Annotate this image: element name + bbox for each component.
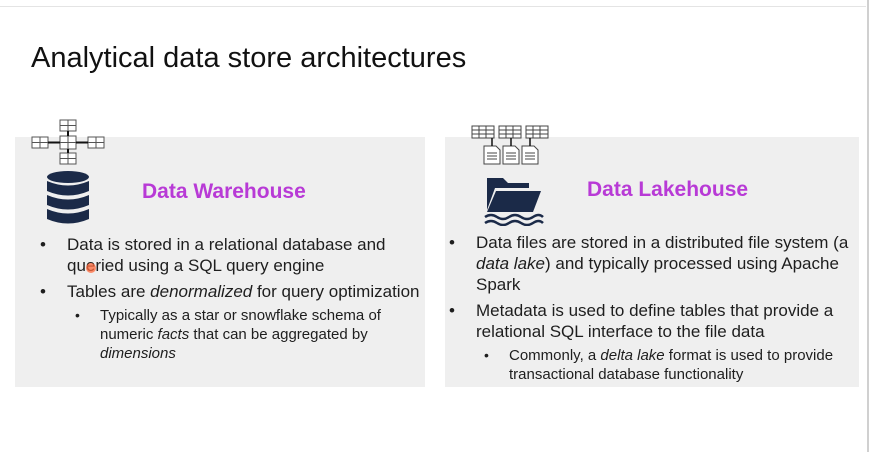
star-schema-icon bbox=[31, 119, 105, 165]
list-item: Data is stored in a relational database … bbox=[40, 234, 420, 276]
data-warehouse-heading: Data Warehouse bbox=[142, 180, 306, 203]
folder-lake-icon bbox=[484, 178, 544, 226]
database-cylinder-icon bbox=[47, 171, 89, 224]
data-lakehouse-heading: Data Lakehouse bbox=[587, 178, 749, 201]
data-lakehouse-bullets: Data files are stored in a distributed f… bbox=[449, 232, 857, 384]
list-item: Data files are stored in a distributed f… bbox=[449, 232, 857, 295]
sub-list-item: Typically as a star or snowflake schema … bbox=[40, 306, 420, 363]
pointer-cursor-icon bbox=[86, 263, 96, 273]
slide-title: Analytical data store architectures bbox=[31, 42, 467, 74]
data-warehouse-bullets: Data is stored in a relational database … bbox=[40, 234, 420, 363]
list-item: Metadata is used to define tables that p… bbox=[449, 300, 857, 342]
list-item: Tables are denormalized for query optimi… bbox=[40, 281, 420, 302]
sub-list-item: Commonly, a delta lake format is used to… bbox=[449, 346, 857, 384]
right-border bbox=[867, 0, 869, 452]
top-border bbox=[0, 6, 866, 7]
tables-files-icon bbox=[471, 125, 549, 165]
